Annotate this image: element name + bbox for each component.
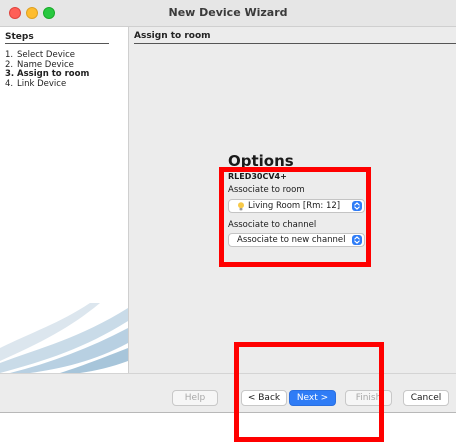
channel-select[interactable]: Associate to new channel [228, 233, 365, 247]
step-item-link-device: 4. Link Device [5, 78, 89, 90]
footer-divider [0, 373, 456, 374]
steps-heading: Steps [5, 32, 109, 44]
step-label: Link Device [17, 78, 67, 89]
step-label: Assign to room [17, 69, 90, 79]
up-down-chevron-icon [352, 201, 362, 211]
window-title: New Device Wizard [168, 6, 288, 19]
channel-select-value: Associate to new channel [237, 235, 346, 245]
back-button[interactable]: < Back [241, 390, 287, 406]
decorative-swoosh [0, 303, 128, 373]
lightbulb-icon [238, 202, 244, 211]
page-title: Assign to room [134, 31, 211, 41]
steps-panel: Steps 1. Select Device 2. Name Device 3. As… [0, 27, 129, 373]
cancel-button[interactable]: Cancel [403, 390, 449, 406]
step-label: Name Device [17, 59, 74, 70]
title-bar: New Device Wizard [0, 0, 456, 27]
step-label: Select Device [17, 50, 75, 60]
device-name: RLED30CV4+ [228, 172, 287, 181]
next-button[interactable]: Next > [289, 390, 336, 406]
title-divider [134, 43, 456, 44]
up-down-chevron-icon [352, 235, 362, 245]
room-label: Associate to room [228, 185, 305, 195]
steps-list: 1. Select Device 2. Name Device 3. Assign t… [5, 50, 90, 90]
help-button[interactable]: Help [172, 390, 218, 406]
finish-button[interactable]: Finish [345, 390, 392, 406]
wizard-window: New Device Wizard Steps 1. Select Device … [0, 0, 456, 413]
options-title: Options [228, 152, 294, 170]
room-select-value: Living Room [Rm: 12] [248, 201, 341, 211]
channel-label: Associate to channel [228, 220, 317, 230]
step-number: 4. [5, 78, 14, 89]
room-select[interactable]: Living Room [Rm: 12] [228, 199, 365, 213]
